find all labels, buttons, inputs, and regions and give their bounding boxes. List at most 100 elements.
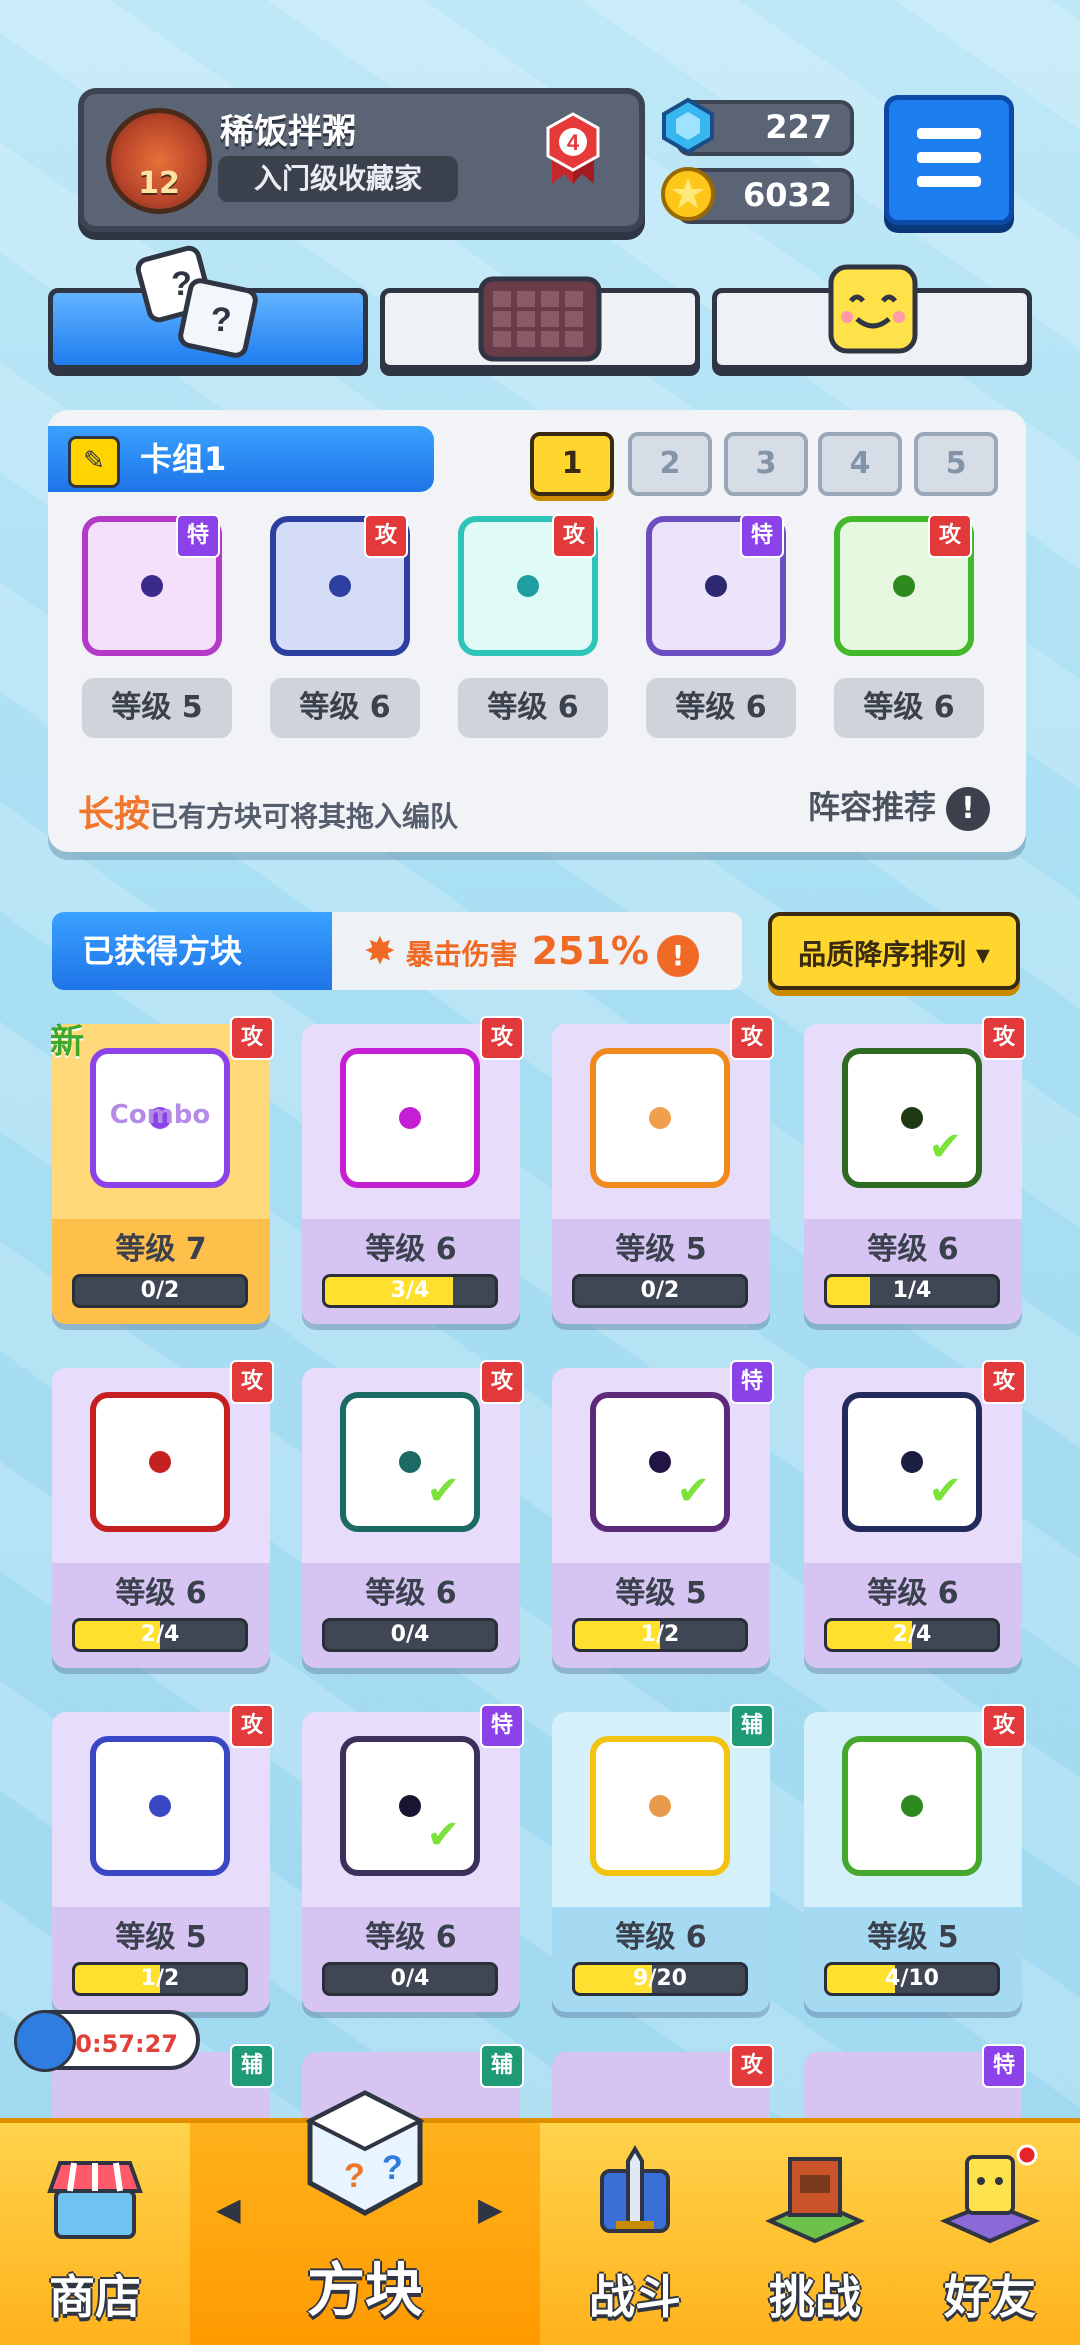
card-level: 等级 5 (615, 1232, 707, 1267)
deck-die-3[interactable]: 攻 等级 6 (458, 514, 608, 738)
card-level: 等级 5 (615, 1576, 707, 1611)
progress-text: 1/2 (640, 1622, 680, 1647)
edit-pencil-icon[interactable]: ✎ (68, 436, 120, 488)
coin-counter[interactable]: 6032 (661, 167, 854, 224)
die-type-tag: 攻 (552, 514, 596, 558)
nav-right-arrow-icon[interactable]: ▶ (478, 2190, 503, 2228)
die-type-tag: 特 (176, 514, 220, 558)
nav-challenge[interactable]: 挑战 (730, 2123, 900, 2345)
progress-text: 1/4 (892, 1278, 932, 1303)
equipped-check-icon: ✔ (426, 1812, 460, 1858)
collection-card[interactable]: 攻等级 5 0/2 (552, 1016, 774, 1324)
crit-damage-value: 251% (531, 929, 650, 973)
deck-slot-4[interactable]: 4 (818, 432, 902, 496)
tab-emotes[interactable] (712, 264, 1032, 370)
drag-hint-strong: 长按 (78, 794, 151, 835)
die-pip (893, 575, 915, 597)
deck-slot-3[interactable]: 3 (724, 432, 808, 496)
upgrade-progress-bar: 0/2 (72, 1274, 248, 1308)
die-pip (901, 1451, 923, 1473)
nav-friends[interactable]: 好友 (900, 2123, 1080, 2345)
progress-text: 0/4 (390, 1622, 430, 1647)
collection-card[interactable]: 攻等级 6 2/4 (52, 1360, 274, 1668)
menu-bar-icon (917, 152, 981, 163)
die-pip (329, 575, 351, 597)
collection-card[interactable]: 攻等级 5 4/10 (804, 1704, 1026, 2012)
rank-ribbon-icon[interactable]: 4 (544, 112, 602, 186)
sort-quality-button[interactable]: 品质降序排列 ▾ (768, 912, 1020, 990)
collection-card[interactable]: ✔ 特等级 6 0/4 (302, 1704, 524, 2012)
crit-damage-info[interactable]: ✸ 暴击伤害 251%! (364, 912, 700, 990)
collection-card[interactable]: 攻等级 6 3/4 (302, 1016, 524, 1324)
nav-friends-label: 好友 (944, 2270, 1036, 2324)
lineup-recommend-button[interactable]: 阵容推荐! (808, 782, 990, 831)
nav-battle[interactable]: 战斗 (540, 2123, 730, 2345)
collection-card[interactable]: ✔ 特等级 5 1/2 (552, 1360, 774, 1668)
player-level-badge: 12 (106, 108, 212, 214)
die-type-tag: 特 (740, 514, 784, 558)
die-face: Combo (90, 1048, 230, 1188)
nav-dice[interactable]: ? ? 方块 (190, 2090, 540, 2345)
collection-card[interactable]: 辅等级 6 9/20 (552, 1704, 774, 2012)
deck-die-1[interactable]: 特 等级 5 (82, 514, 232, 738)
player-title: 入门级收藏家 (218, 156, 458, 202)
die-level: 等级 6 (646, 678, 796, 738)
nav-shop[interactable]: 商店 (0, 2123, 190, 2345)
progress-text: 0/2 (640, 1278, 680, 1303)
progress-text: 0/2 (140, 1278, 180, 1303)
collection-card[interactable]: Combo 攻 新等级 7 0/2 (50, 1016, 274, 1324)
deck-die-2[interactable]: 攻 等级 6 (270, 514, 420, 738)
progress-text: 2/4 (140, 1622, 180, 1647)
main-menu-button[interactable] (884, 95, 1014, 225)
card-level: 等级 6 (867, 1576, 959, 1611)
deck-slot-1[interactable]: 1 (530, 432, 614, 496)
collection-card[interactable]: 攻等级 5 1/2 (52, 1704, 274, 2012)
upgrade-progress-bar: 0/2 (572, 1274, 748, 1308)
die-pip (649, 1107, 671, 1129)
die-face (90, 1392, 230, 1532)
collection-card[interactable]: ✔ 攻等级 6 1/4 (804, 1016, 1026, 1324)
new-badge: 新 (50, 1022, 84, 1062)
die-face: 特 (646, 514, 786, 656)
grid-board-icon (478, 276, 602, 362)
player-profile-panel[interactable]: 12 稀饭拌粥 入门级收藏家 4 (78, 88, 645, 232)
upgrade-progress-bar: 2/4 (72, 1618, 248, 1652)
svg-text:?: ? (382, 2149, 403, 2187)
drag-hint: 长按已有方块可将其拖入编队 (78, 785, 458, 837)
card-level: 等级 5 (115, 1920, 207, 1955)
coin-count: 6032 (742, 176, 832, 214)
die-face: ✔ (340, 1392, 480, 1532)
deck-die-5[interactable]: 攻 等级 6 (834, 514, 984, 738)
gem-counter[interactable]: 227 (662, 97, 854, 156)
collection-card[interactable]: ✔ 攻等级 6 2/4 (804, 1360, 1026, 1668)
deck-slot-5[interactable]: 5 (914, 432, 998, 496)
collection-card[interactable]: ✔ 攻等级 6 0/4 (302, 1360, 524, 1668)
die-type-tag: 攻 (928, 514, 972, 558)
die-level: 等级 5 (82, 678, 232, 738)
card-level: 等级 6 (615, 1920, 707, 1955)
sword-shield-icon (600, 2145, 670, 2233)
die-face (340, 1048, 480, 1188)
die-pip (149, 1795, 171, 1817)
die-face: ✔ (590, 1392, 730, 1532)
friend-cube-icon (939, 2144, 1041, 2244)
upgrade-progress-bar: 0/4 (322, 1962, 498, 1996)
upgrade-progress-bar: 3/4 (322, 1274, 498, 1308)
obtained-label: 已获得方块 (52, 912, 332, 990)
nav-left-arrow-icon[interactable]: ◀ (216, 2190, 241, 2228)
die-face: ✔ (842, 1048, 982, 1188)
die-type-tag: 攻 (230, 1360, 274, 1404)
tab-boards[interactable] (380, 276, 700, 370)
deck-die-4[interactable]: 特 等级 6 (646, 514, 796, 738)
deck-title-bar[interactable]: ✎ 卡组1 (48, 426, 434, 492)
progress-text: 9/20 (633, 1966, 687, 1991)
die-pip (517, 575, 539, 597)
rank-number: 4 (567, 130, 580, 155)
die-pip (141, 575, 163, 597)
tab-dice[interactable]: ? ? (48, 245, 368, 370)
die-type-tag: 辅 (730, 1704, 774, 1748)
card-level: 等级 6 (115, 1576, 207, 1611)
deck-slot-2[interactable]: 2 (628, 432, 712, 496)
nav-challenge-label: 挑战 (769, 2270, 861, 2324)
clock-icon (14, 2010, 76, 2072)
